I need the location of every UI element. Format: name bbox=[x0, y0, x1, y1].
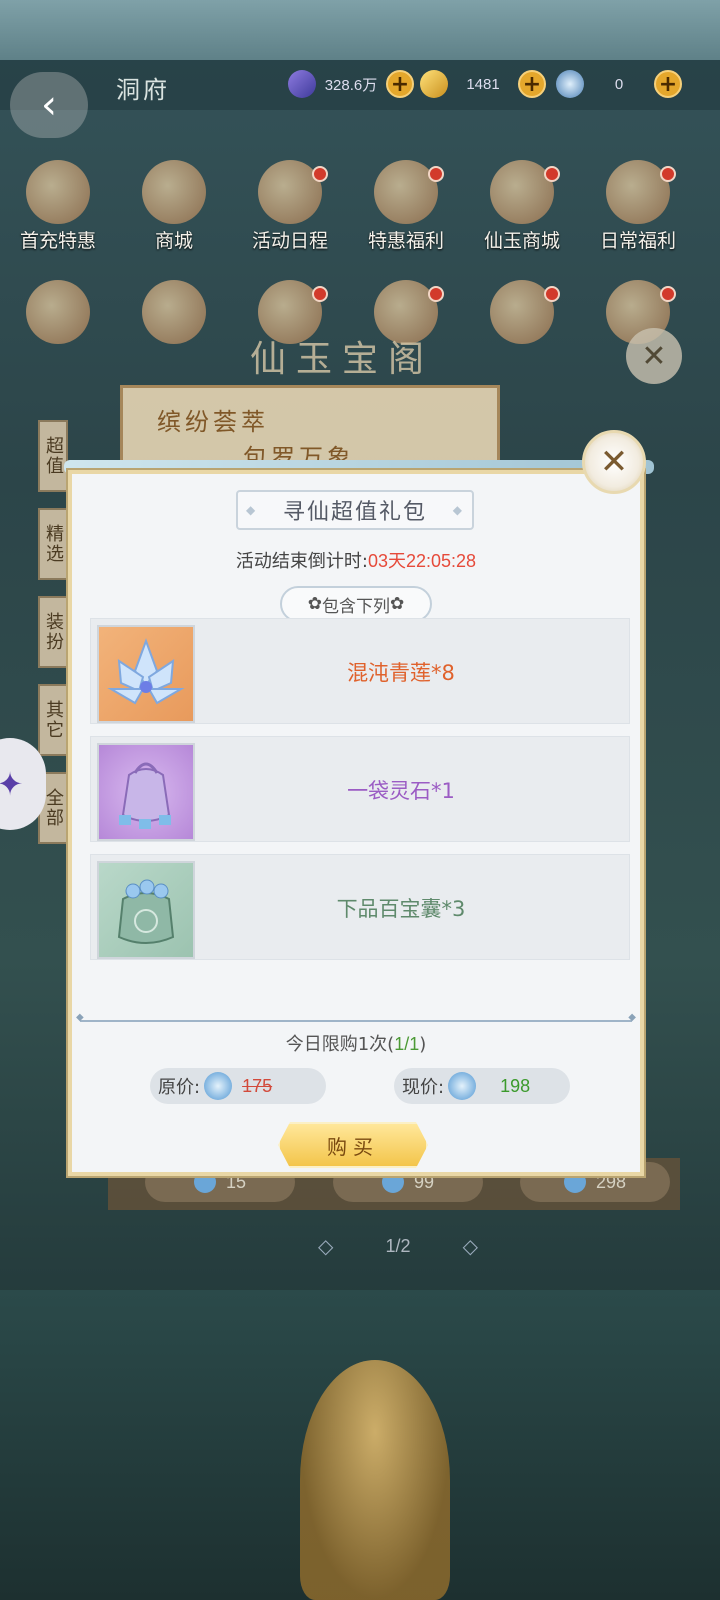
jade-icon bbox=[204, 1072, 233, 1100]
nav-activity-schedule[interactable]: 活动日程 bbox=[232, 160, 348, 253]
current-price: 现价: 198 bbox=[394, 1068, 570, 1104]
price-label: 现价: bbox=[402, 1077, 445, 1098]
notification-dot bbox=[428, 286, 444, 302]
spirit-crystal-icon bbox=[288, 70, 316, 98]
countdown-value: 03天22:05:28 bbox=[367, 551, 477, 571]
back-button[interactable]: ‹ bbox=[10, 72, 88, 138]
spirit-stone-bag-icon bbox=[97, 743, 195, 841]
tab-value[interactable]: 超值 bbox=[38, 420, 68, 492]
item-name: 混沌青莲*8 bbox=[347, 661, 455, 685]
notification-dot bbox=[428, 166, 444, 182]
price-label: 原价: bbox=[158, 1077, 201, 1098]
nav-label: 商城 bbox=[154, 230, 193, 252]
top-band bbox=[0, 0, 720, 60]
nav-item[interactable] bbox=[464, 280, 580, 344]
buy-button[interactable]: 购买 bbox=[278, 1122, 428, 1168]
nav-item[interactable] bbox=[0, 280, 116, 344]
currency-value: 1481 bbox=[466, 75, 500, 93]
currency-crystal: 328.6万 + bbox=[288, 70, 414, 98]
lotus-icon bbox=[97, 625, 195, 723]
next-page-button[interactable]: ◇ bbox=[463, 1234, 478, 1258]
limit-count: 1/1 bbox=[394, 1034, 420, 1054]
shop-close-button[interactable]: ✕ bbox=[626, 328, 682, 384]
lotus-nav-icon bbox=[26, 280, 90, 344]
golden-lamp-decoration bbox=[300, 1360, 450, 1600]
purchase-limit: 今日限购1次(1/1) bbox=[68, 1030, 644, 1056]
notification-dot bbox=[544, 286, 560, 302]
notification-dot bbox=[312, 166, 328, 182]
jade-icon bbox=[448, 1072, 477, 1100]
nav-special-welfare[interactable]: 特惠福利 bbox=[348, 160, 464, 253]
jade-icon bbox=[556, 70, 584, 98]
currency-value: 328.6万 bbox=[324, 76, 378, 94]
notification-dot bbox=[660, 286, 676, 302]
reward-item[interactable]: 下品百宝囊*3 bbox=[90, 854, 630, 960]
shop-title: 仙玉宝阁 bbox=[250, 339, 435, 380]
contains-text: 包含下列 bbox=[322, 596, 390, 617]
reward-item[interactable]: 混沌青莲*8 bbox=[90, 618, 630, 724]
divider bbox=[76, 1012, 636, 1023]
tab-outfit[interactable]: 装扮 bbox=[38, 596, 68, 668]
nav-daily-welfare[interactable]: 日常福利 bbox=[580, 160, 696, 253]
limit-label: 今日限购1次( bbox=[285, 1034, 395, 1055]
shop-banner: 缤纷荟萃 包罗万象 bbox=[120, 385, 500, 472]
original-price-value: 175 bbox=[242, 1075, 273, 1096]
nav-label: 活动日程 bbox=[251, 230, 328, 252]
contains-label: ✿ 包含下列 ✿ bbox=[280, 586, 432, 622]
nav-label: 首充特惠 bbox=[19, 230, 96, 252]
countdown: 活动结束倒计时:03天22:05:28 bbox=[68, 547, 644, 573]
nav-shop[interactable]: 商城 bbox=[116, 160, 232, 253]
arrow-left-icon: ‹ bbox=[41, 82, 57, 128]
fox-shop-icon bbox=[142, 160, 206, 224]
dialog-close-button[interactable]: ✕ bbox=[582, 430, 646, 494]
notification-dot bbox=[660, 166, 676, 182]
treasure-pouch-icon bbox=[97, 861, 195, 959]
add-gold-button[interactable]: + bbox=[518, 70, 546, 98]
page-title: 洞府 bbox=[116, 76, 170, 104]
current-price-value: 198 bbox=[500, 1075, 531, 1096]
gold-ingot-icon bbox=[420, 70, 448, 98]
page-indicator: 1/2 bbox=[385, 1235, 411, 1256]
tab-featured[interactable]: 精选 bbox=[38, 508, 68, 580]
currency-value: 0 bbox=[614, 75, 624, 93]
nav-label: 日常福利 bbox=[599, 230, 676, 252]
tab-other[interactable]: 其它 bbox=[38, 684, 68, 756]
original-price: 原价: 175 bbox=[150, 1068, 326, 1104]
reward-item[interactable]: 一袋灵石*1 bbox=[90, 736, 630, 842]
currency-jade: 0 + bbox=[556, 70, 682, 98]
close-icon: ✕ bbox=[599, 442, 629, 482]
nav-label: 仙玉商城 bbox=[483, 230, 560, 252]
moon-nav-icon bbox=[142, 280, 206, 344]
add-jade-button[interactable]: + bbox=[654, 70, 682, 98]
nav-row: 首充特惠 商城 活动日程 特惠福利 仙玉商城 日常福利 bbox=[0, 160, 720, 253]
notification-dot bbox=[312, 286, 328, 302]
nav-first-recharge[interactable]: 首充特惠 bbox=[0, 160, 116, 253]
pagination: ◇ 1/2 ◇ bbox=[318, 1226, 478, 1266]
nav-jade-shop[interactable]: 仙玉商城 bbox=[464, 160, 580, 253]
item-name: 下品百宝囊*3 bbox=[336, 897, 466, 921]
prev-page-button[interactable]: ◇ bbox=[318, 1234, 333, 1258]
add-crystal-button[interactable]: + bbox=[386, 70, 414, 98]
item-name: 一袋灵石*1 bbox=[347, 779, 455, 803]
first-recharge-icon bbox=[26, 160, 90, 224]
limit-close: ) bbox=[419, 1034, 427, 1055]
currency-gold: 1481 + bbox=[420, 70, 546, 98]
countdown-label: 活动结束倒计时: bbox=[235, 551, 368, 572]
close-icon: ✕ bbox=[641, 338, 667, 374]
nav-label: 特惠福利 bbox=[367, 230, 444, 252]
dialog-title: 寻仙超值礼包 bbox=[236, 490, 474, 530]
nav-item[interactable] bbox=[116, 280, 232, 344]
notification-dot bbox=[544, 166, 560, 182]
assistant-icon: ✦ bbox=[0, 765, 24, 803]
banner-line: 缤纷荟萃 bbox=[157, 408, 269, 436]
